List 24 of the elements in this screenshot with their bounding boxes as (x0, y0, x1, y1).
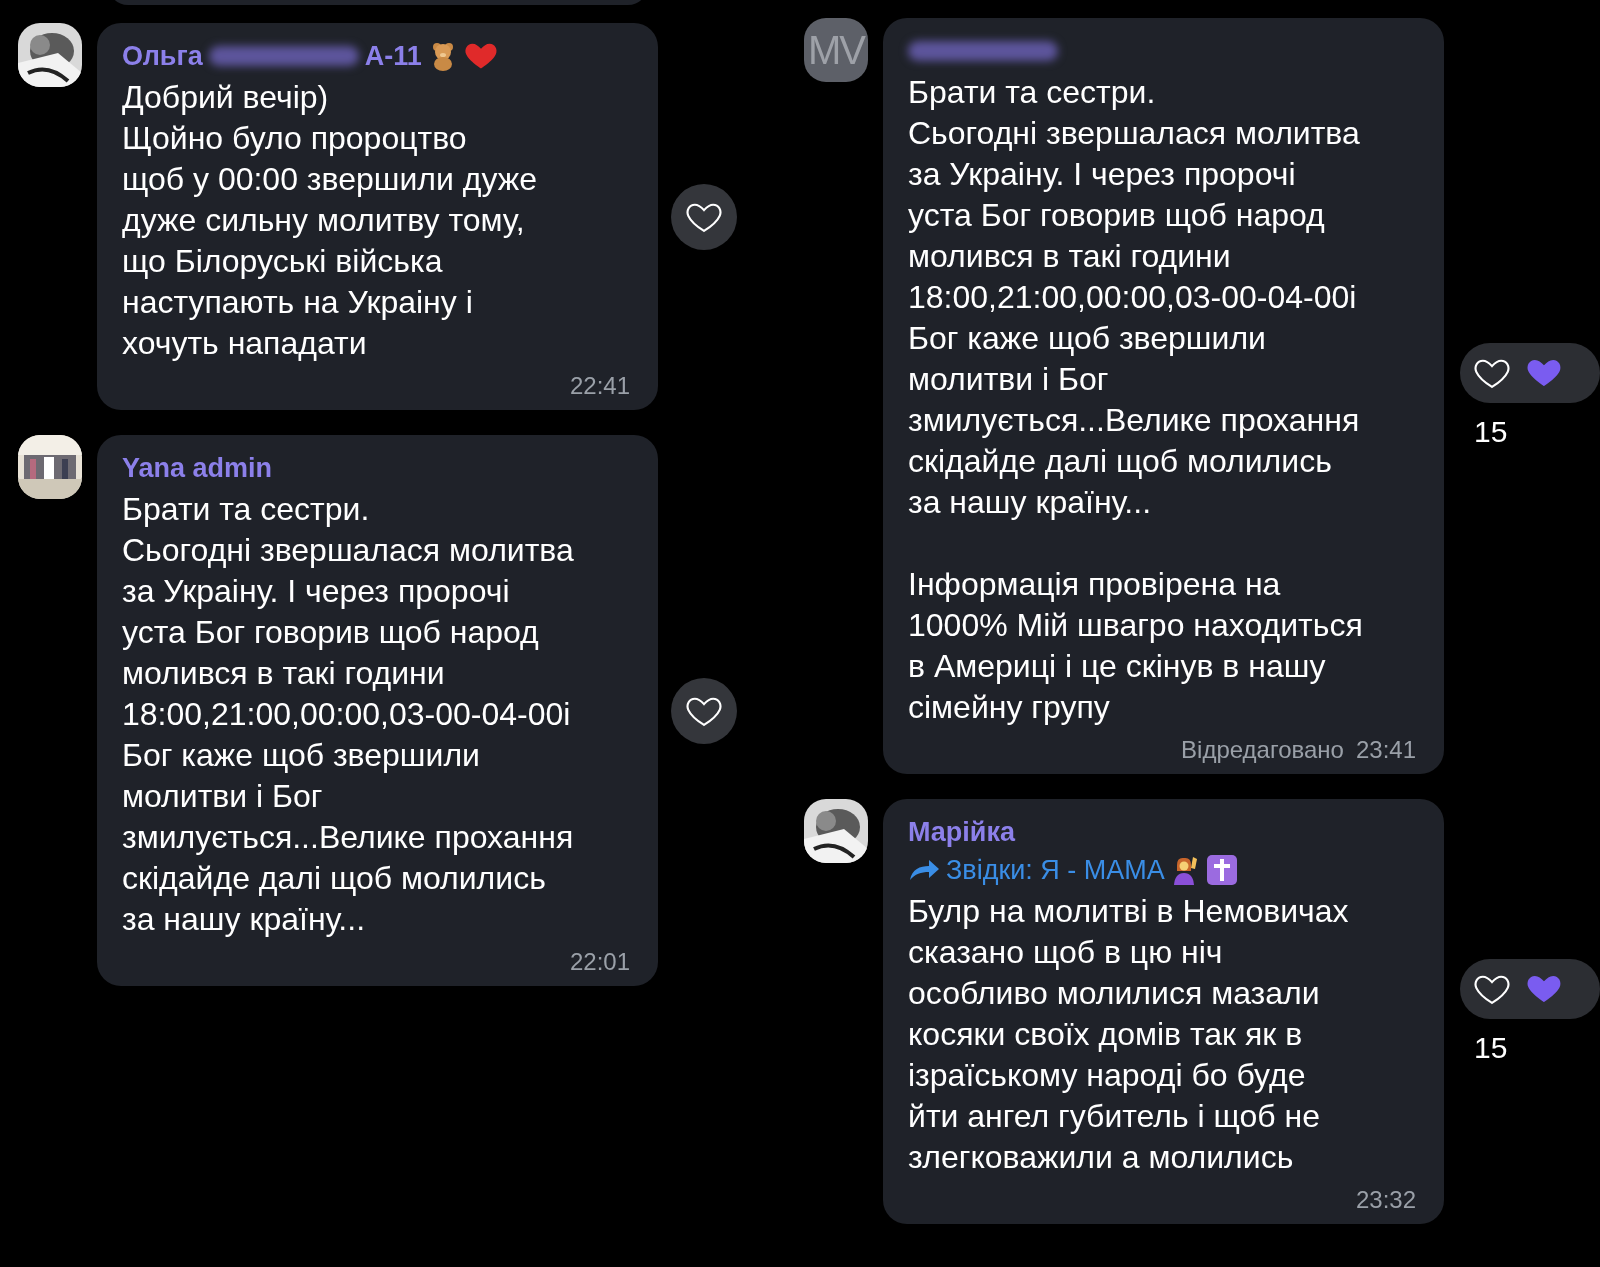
reaction-pill[interactable] (1460, 343, 1600, 403)
reaction-pill[interactable] (1460, 958, 1600, 1019)
sender-name: Марійка (908, 816, 1015, 848)
edited-label: Відредаговано (1181, 736, 1344, 764)
heart-icon (463, 41, 498, 71)
reaction-count: 15 (1474, 415, 1508, 449)
sender-name: Yana admin (122, 452, 273, 484)
sender-name: А-11 (364, 40, 422, 72)
message-time: 22:41 (569, 372, 630, 400)
forward-arrow-icon (908, 859, 940, 881)
message-text: Брати та сестри. Сьогодні звершалася молитва за Украіну. І через пророчі уста Бог говорив щоб народ молився в такі години 18:00,21:00,00:00,03-00-04-00і Бог каже щоб звершили молитви і Бог змилується...Велике прохання скідайде далі щоб молились за нашу країну... (908, 73, 1361, 522)
cross-icon (1206, 855, 1237, 885)
message-time: 23:41 (1355, 736, 1416, 764)
heart-icon (1526, 357, 1562, 389)
message-text: Брати та сестри. Сьогодні звершалася молитва за Украіну. І через пророчі уста Бог говорив щоб народ молився в такі години 18:00,21:00,00:00,03-00-04-00і Бог каже щоб звершили молитви і Бог змилується...Велике прохання скідайде далі щоб молились за нашу країну... (122, 490, 575, 939)
message-text: Булр на молитві в Немовичах сказано щоб в цю ніч особливо молилися мазали косяки своїх домів так як в ізраїському народі бо буде йти ангел губитель і щоб не злегковажили а молились (908, 892, 1350, 1177)
message-time: 22:01 (569, 948, 630, 976)
message-time: 23:32 (1355, 1186, 1416, 1214)
reaction-count: 15 (1474, 1030, 1508, 1065)
message-text: Інформація провірена на 1000% Мій швагро находиться в Америці і це скінув в нашу сімейну групу (908, 565, 1364, 727)
avatar: MV (804, 18, 868, 82)
forwarded-from[interactable]: Звідки: Я - МАМА (946, 854, 1165, 886)
message-text: Добрий вечір) Щойно було пророцтво щоб у 00:00 звершили дуже дуже сильну молитву тому, що Білоруські війська наступають на Украіну і хочуть нападати (122, 78, 538, 363)
sender-name: Ольга (122, 40, 203, 72)
